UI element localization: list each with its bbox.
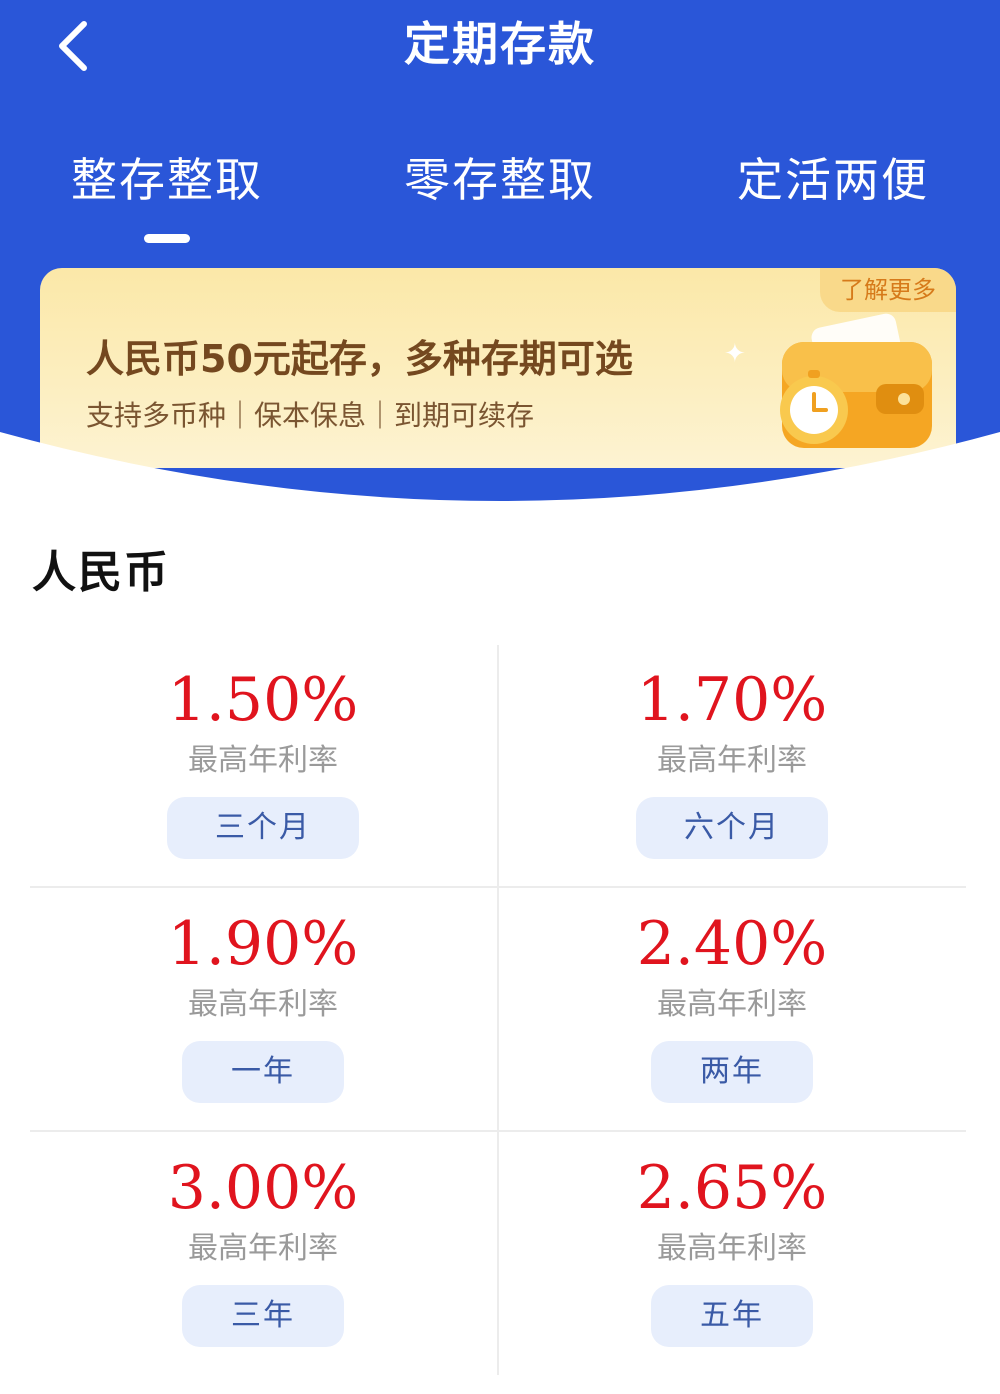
- term-button-five-years[interactable]: 五年: [651, 1285, 813, 1347]
- svg-text:✦: ✦: [724, 339, 746, 369]
- rate-card-one-year[interactable]: 1.90% 最高年利率 一年: [30, 889, 496, 1133]
- rate-card-three-years[interactable]: 3.00% 最高年利率 三年: [30, 1133, 496, 1377]
- rate-label: 最高年利率: [188, 743, 338, 778]
- header-curve: [0, 432, 1000, 540]
- rate-value: 1.50%: [167, 665, 359, 735]
- term-button-two-years[interactable]: 两年: [651, 1041, 813, 1103]
- tab-installment[interactable]: 零存整取: [350, 140, 650, 220]
- tab-flexible[interactable]: 定活两便: [683, 140, 983, 220]
- tab-bar: 整存整取 零存整取 定活两便: [0, 140, 1000, 250]
- rate-value: 2.40%: [636, 909, 828, 979]
- rate-value: 1.90%: [167, 909, 359, 979]
- tab-lump-sum[interactable]: 整存整取: [17, 140, 317, 220]
- page-title: 定期存款: [404, 17, 596, 71]
- rate-value: 2.65%: [636, 1153, 828, 1223]
- rate-value: 3.00%: [167, 1153, 359, 1223]
- active-tab-indicator: [144, 234, 190, 243]
- banner-title: 人民币50元起存，多种存期可选: [86, 337, 633, 381]
- term-button-three-months[interactable]: 三个月: [167, 797, 359, 859]
- rate-label: 最高年利率: [188, 1231, 338, 1266]
- currency-section-title: 人民币: [32, 547, 170, 598]
- rate-label: 最高年利率: [657, 987, 807, 1022]
- rate-grid: 1.50% 最高年利率 三个月 1.70% 最高年利率 六个月 1.90% 最高…: [30, 645, 966, 1380]
- rate-label: 最高年利率: [188, 987, 338, 1022]
- term-button-three-years[interactable]: 三年: [182, 1285, 344, 1347]
- rate-label: 最高年利率: [657, 743, 807, 778]
- rate-card-three-months[interactable]: 1.50% 最高年利率 三个月: [30, 645, 496, 889]
- term-button-one-year[interactable]: 一年: [182, 1041, 344, 1103]
- term-button-six-months[interactable]: 六个月: [636, 797, 828, 859]
- rate-card-two-years[interactable]: 2.40% 最高年利率 两年: [499, 889, 965, 1133]
- rate-card-five-years[interactable]: 2.65% 最高年利率 五年: [499, 1133, 965, 1377]
- rate-label: 最高年利率: [657, 1231, 807, 1266]
- rate-card-six-months[interactable]: 1.70% 最高年利率 六个月: [499, 645, 965, 889]
- rate-value: 1.70%: [636, 665, 828, 735]
